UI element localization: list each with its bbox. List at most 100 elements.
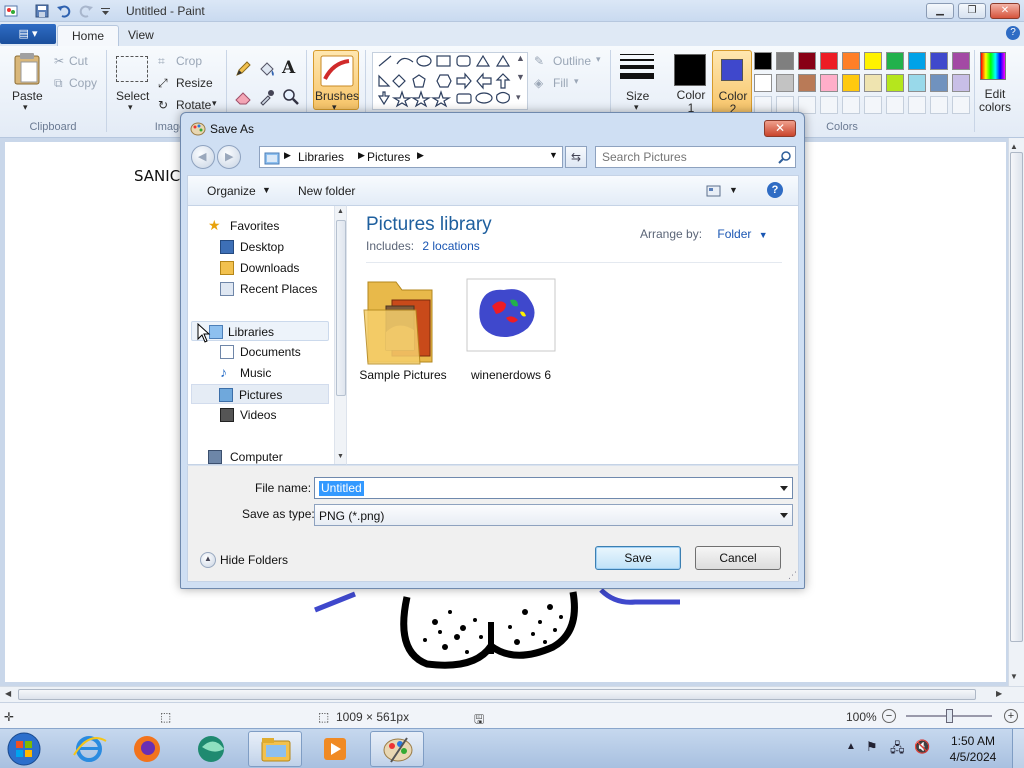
navigation-scroll-thumb[interactable] (336, 220, 346, 396)
color-swatch[interactable] (908, 74, 926, 92)
paint-menu-button[interactable]: ▤ ▾ (0, 24, 56, 44)
cut-button[interactable]: Cut (69, 54, 88, 68)
nav-downloads[interactable]: Downloads (188, 258, 333, 278)
resize-button[interactable]: Resize (176, 76, 213, 90)
size-icon[interactable] (620, 54, 654, 79)
color-swatch[interactable] (952, 52, 970, 70)
file-item[interactable]: Sample Pictures (353, 270, 453, 382)
minimize-button[interactable]: ▁ (926, 3, 954, 19)
color-swatch[interactable] (776, 52, 794, 70)
custom-color-slot[interactable] (886, 96, 904, 114)
rotate-button[interactable]: Rotate (176, 98, 211, 112)
includes-locations-link[interactable]: 2 locations (422, 239, 479, 253)
network-icon[interactable]: 🖧 (890, 739, 905, 761)
navigation-pane-scrollbar[interactable]: ▲ ▼ (334, 206, 346, 464)
system-clock[interactable]: 1:50 AM 4/5/2024 (944, 733, 1002, 765)
dialog-help-icon[interactable]: ? (767, 182, 783, 198)
color1-button[interactable]: Color 1 (670, 50, 710, 115)
file-item[interactable]: winenerdows 6 (461, 270, 561, 382)
organize-button[interactable]: Organize (207, 184, 256, 198)
firefox-icon[interactable] (120, 731, 174, 767)
paint-app-icon[interactable] (3, 3, 19, 19)
color-swatch[interactable] (864, 74, 882, 92)
save-button[interactable]: Save (595, 546, 681, 570)
file-name-input[interactable]: Untitled (314, 477, 793, 499)
address-bar[interactable]: ▶ Libraries ▶ Pictures ▶ ▼ (259, 146, 563, 168)
eraser-icon[interactable] (234, 88, 252, 109)
forward-button[interactable]: ▶ (217, 145, 241, 169)
color-swatch[interactable] (908, 52, 926, 70)
nav-favorites[interactable]: ★ Favorites (188, 216, 333, 236)
nav-libraries[interactable]: Libraries (191, 321, 329, 341)
color-swatch[interactable] (842, 74, 860, 92)
color-swatch[interactable] (820, 74, 838, 92)
custom-color-slot[interactable] (820, 96, 838, 114)
redo-icon[interactable] (78, 3, 94, 19)
color-swatch[interactable] (776, 74, 794, 92)
start-button[interactable] (2, 731, 52, 767)
nav-pictures[interactable]: Pictures (191, 384, 329, 404)
color-picker-icon[interactable] (258, 88, 276, 109)
pencil-icon[interactable] (234, 60, 252, 81)
breadcrumb-libraries[interactable]: Libraries (298, 150, 344, 164)
breadcrumb-pictures[interactable]: Pictures (367, 150, 410, 164)
copy-button[interactable]: Copy (69, 76, 97, 90)
save-as-type-dropdown-icon[interactable] (780, 513, 788, 518)
quick-access-dropdown-icon[interactable] (98, 3, 114, 19)
save-as-type-select[interactable]: PNG (*.png) (314, 504, 793, 526)
show-desktop-button[interactable] (1012, 729, 1024, 768)
search-input[interactable] (602, 150, 772, 164)
magnifier-icon[interactable] (282, 88, 300, 109)
color-swatch[interactable] (886, 74, 904, 92)
custom-color-slot[interactable] (864, 96, 882, 114)
hide-folders-button[interactable]: ▲ Hide Folders (200, 552, 288, 568)
custom-color-slot[interactable] (930, 96, 948, 114)
file-explorer-icon[interactable] (248, 731, 302, 767)
cancel-button[interactable]: Cancel (695, 546, 781, 570)
color-swatch[interactable] (798, 74, 816, 92)
custom-color-slot[interactable] (952, 96, 970, 114)
vertical-scroll-thumb[interactable] (1010, 152, 1023, 642)
volume-muted-icon[interactable]: 🔇 (914, 739, 930, 755)
resize-grip-icon[interactable]: ⋰ (788, 570, 797, 581)
color-swatch[interactable] (754, 74, 772, 92)
edit-colors-icon[interactable] (980, 52, 1006, 80)
help-icon[interactable]: ? (1006, 26, 1020, 40)
close-button[interactable]: ✕ (990, 3, 1020, 19)
new-folder-button[interactable]: New folder (298, 184, 355, 198)
zoom-out-icon[interactable]: − (882, 709, 896, 723)
views-dropdown-icon[interactable]: ▼ (729, 185, 738, 195)
size-button[interactable]: Size (626, 89, 649, 103)
nav-computer[interactable]: Computer (188, 447, 333, 464)
paste-button[interactable]: Paste (12, 89, 43, 103)
select-icon[interactable] (116, 56, 148, 82)
edit-colors-button[interactable]: Edit colors (978, 88, 1012, 114)
crop-button[interactable]: Crop (176, 54, 202, 68)
fill-bucket-icon[interactable] (258, 60, 276, 81)
color-swatch[interactable] (842, 52, 860, 70)
select-button[interactable]: Select (116, 89, 149, 103)
views-icon[interactable] (706, 184, 722, 201)
vertical-scrollbar[interactable]: ▲ ▼ (1008, 138, 1024, 686)
color-swatch[interactable] (930, 74, 948, 92)
dialog-close-button[interactable]: ✕ (764, 120, 796, 137)
color2-button[interactable]: Color 2 (712, 50, 752, 116)
brushes-button[interactable]: Brushes ▾ (313, 50, 359, 112)
color-swatch[interactable] (930, 52, 948, 70)
action-center-flag-icon[interactable]: ⚑ (866, 739, 878, 755)
paint-taskbar-icon[interactable] (370, 731, 424, 767)
internet-explorer-icon[interactable] (62, 731, 116, 767)
fill-dropdown[interactable]: Fill (553, 76, 568, 90)
zoom-in-icon[interactable]: + (1004, 709, 1018, 723)
text-tool-icon[interactable]: A (282, 58, 295, 78)
color-swatch[interactable] (864, 52, 882, 70)
nav-recent-places[interactable]: Recent Places (188, 279, 333, 299)
shapes-gallery[interactable] (372, 52, 528, 110)
color-swatch[interactable] (820, 52, 838, 70)
back-button[interactable]: ◀ (191, 145, 215, 169)
refresh-button[interactable]: ⇆ (565, 146, 587, 168)
horizontal-scroll-thumb[interactable] (18, 689, 976, 700)
search-icon[interactable] (778, 150, 792, 167)
custom-color-slot[interactable] (842, 96, 860, 114)
show-hidden-icons[interactable]: ▲ (846, 741, 856, 752)
